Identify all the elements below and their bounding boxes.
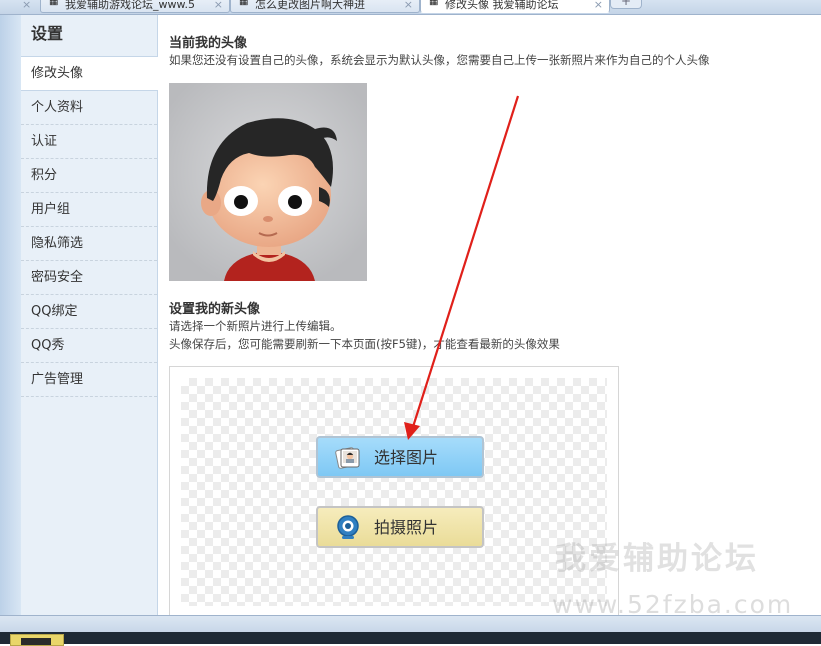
forum-favicon-icon: ▦	[429, 0, 439, 7]
sidebar-title: 设置	[21, 15, 157, 57]
browser-status-bar	[0, 615, 821, 633]
sidebar-item-profile[interactable]: 个人资料	[21, 91, 157, 125]
close-icon[interactable]: ×	[594, 0, 603, 12]
browser-tab-strip: × ▦ 我爱辅助游戏论坛_www.5 × ▦ 怎么更改图片啊大神进 × ▦ 修改…	[0, 0, 821, 15]
browser-tab[interactable]: ▦ 怎么更改图片啊大神进 ×	[230, 0, 420, 13]
take-photo-label: 拍摄照片	[374, 518, 439, 537]
forum-favicon-icon: ▦	[239, 0, 249, 7]
avatar-upload-panel	[169, 366, 619, 618]
current-avatar-description: 如果您还没有设置自己的头像，系统会显示为默认头像，您需要自己上传一张新照片来作为…	[169, 53, 710, 67]
new-avatar-instruction: 请选择一个新照片进行上传编辑。	[169, 319, 342, 333]
settings-sidebar: 设置 修改头像 个人资料 认证 积分 用户组 隐私筛选 密码安全 QQ绑定 QQ…	[21, 15, 158, 615]
taskbar-app-thumbnail[interactable]	[10, 634, 64, 646]
take-photo-button[interactable]: 拍摄照片	[316, 506, 484, 548]
default-avatar-cartoon	[169, 83, 367, 281]
sidebar-item-ads[interactable]: 广告管理	[21, 363, 157, 397]
sidebar-item-change-avatar[interactable]: 修改头像	[21, 57, 158, 91]
select-image-label: 选择图片	[374, 448, 439, 467]
sidebar-item-password[interactable]: 密码安全	[21, 261, 157, 295]
sidebar-item-privacy[interactable]: 隐私筛选	[21, 227, 157, 261]
select-image-button[interactable]: 选择图片	[316, 436, 484, 478]
sidebar-item-qq-bind[interactable]: QQ绑定	[21, 295, 157, 329]
new-tab-button[interactable]: +	[610, 0, 642, 9]
close-icon[interactable]: ×	[22, 0, 31, 11]
tab-label: 修改头像 我爱辅助论坛	[445, 0, 559, 11]
forum-favicon-icon: ▦	[49, 0, 59, 7]
sidebar-item-verification[interactable]: 认证	[21, 125, 157, 159]
browser-tab-active[interactable]: ▦ 修改头像 我爱辅助论坛 ×	[420, 0, 610, 13]
tab-label: 怎么更改图片啊大神进	[255, 0, 365, 11]
new-avatar-title: 设置我的新头像	[169, 302, 261, 317]
sidebar-item-points[interactable]: 积分	[21, 159, 157, 193]
photo-stack-icon	[335, 447, 360, 469]
sidebar-item-usergroup[interactable]: 用户组	[21, 193, 157, 227]
new-avatar-refresh-note: 头像保存后，您可能需要刷新一下本页面(按F5键)，才能查看最新的头像效果	[169, 337, 560, 351]
browser-tab[interactable]: ▦ 我爱辅助游戏论坛_www.5 ×	[40, 0, 230, 13]
sidebar-item-qq-show[interactable]: QQ秀	[21, 329, 157, 363]
close-icon[interactable]: ×	[214, 0, 223, 12]
os-taskbar	[0, 632, 821, 646]
current-avatar-image	[169, 83, 367, 281]
tab-label: 我爱辅助游戏论坛_www.5	[65, 0, 195, 11]
transparent-canvas	[181, 378, 607, 606]
close-icon[interactable]: ×	[404, 0, 413, 12]
watermark-site-name: 我爱辅助论坛	[555, 541, 759, 577]
current-avatar-title: 当前我的头像	[169, 36, 248, 51]
webcam-icon	[337, 515, 359, 539]
left-gutter	[0, 15, 21, 615]
main-content: 当前我的头像 如果您还没有设置自己的头像，系统会显示为默认头像，您需要自己上传一…	[169, 15, 809, 618]
